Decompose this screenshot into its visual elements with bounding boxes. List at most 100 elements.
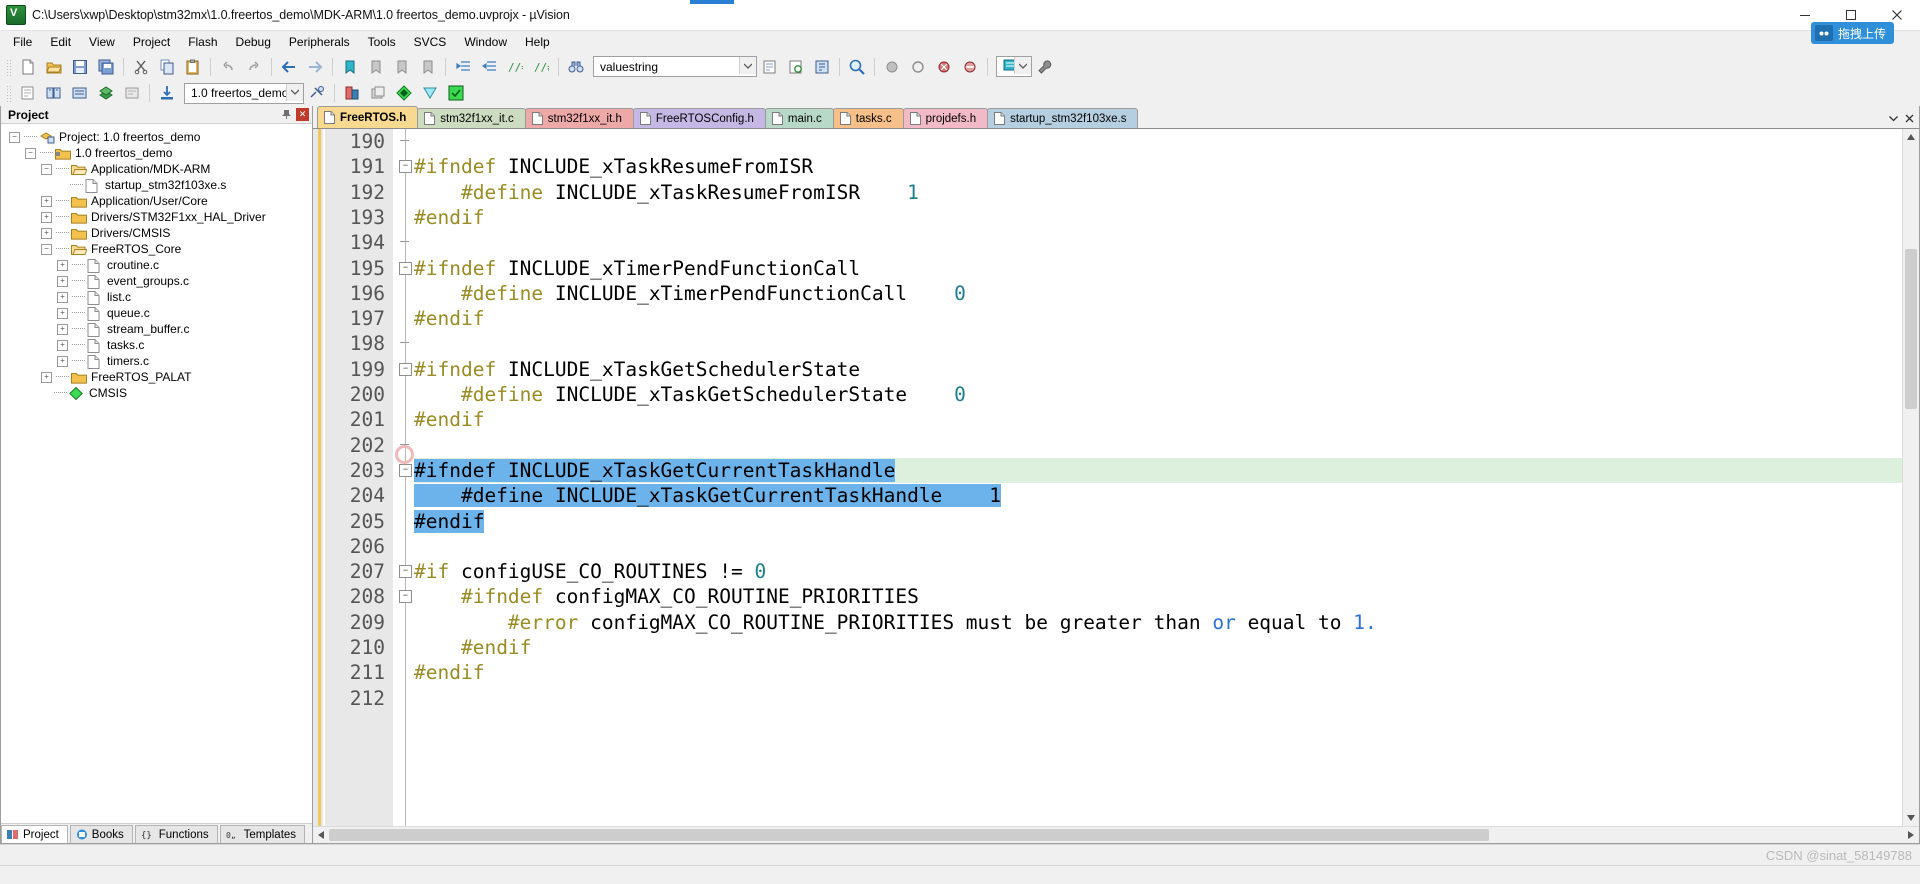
collapse-toggle-icon[interactable]: −	[25, 147, 36, 159]
wrench-icon[interactable]	[1033, 55, 1057, 79]
menu-project[interactable]: Project	[124, 32, 179, 52]
expand-toggle-icon[interactable]: +	[57, 259, 68, 271]
code-text-area[interactable]: 190 191− #ifndef INCLUDE_xTaskResumeFromIS…	[313, 129, 1902, 826]
new-file-icon[interactable]	[16, 55, 40, 79]
horizontal-scroll-thumb[interactable]	[329, 829, 1489, 841]
code-line[interactable]: 211 #endif	[313, 660, 1902, 685]
editor-tab-stm32f1xx-it-c[interactable]: stm32f1xx_it.c	[417, 108, 526, 128]
find-all-icon[interactable]	[784, 55, 808, 79]
bookmark-icon[interactable]	[338, 55, 362, 79]
tree-item[interactable]: CMSIS	[1, 385, 312, 401]
outdent-icon[interactable]	[477, 55, 501, 79]
project-tree[interactable]: − Project: 1.0 freertos_demo − 1.0 freertos…	[1, 124, 312, 823]
target-options-icon[interactable]	[305, 81, 329, 105]
translate-icon[interactable]	[16, 81, 40, 105]
debug-combo[interactable]	[996, 56, 1032, 77]
tree-item[interactable]: + timers.c	[1, 353, 312, 369]
tree-item[interactable]: + Drivers/CMSIS	[1, 225, 312, 241]
scroll-down-arrow-icon[interactable]	[1903, 810, 1919, 826]
code-line[interactable]: 208− #ifndef configMAX_CO_ROUTINE_PRIORI…	[313, 584, 1902, 609]
menu-view[interactable]: View	[80, 32, 124, 52]
editor-tab-startup-stm32f103xe-s[interactable]: startup_stm32f103xe.s	[987, 108, 1139, 128]
horizontal-scrollbar[interactable]	[313, 826, 1919, 843]
bookmark-marker-icon[interactable]	[395, 444, 414, 464]
uncomment-icon[interactable]: //≠	[529, 55, 553, 79]
tree-item[interactable]: − Project: 1.0 freertos_demo	[1, 129, 312, 145]
tree-item[interactable]: − 1.0 freertos_demo	[1, 145, 312, 161]
scroll-left-arrow-icon[interactable]	[313, 827, 329, 843]
paste-icon[interactable]	[181, 55, 205, 79]
save-all-icon[interactable]	[94, 55, 118, 79]
collapse-toggle-icon[interactable]: −	[41, 243, 52, 255]
close-tab-icon[interactable]	[1901, 110, 1917, 126]
close-icon[interactable]: ✕	[296, 108, 309, 121]
editor-tab-freertosconfig-h[interactable]: FreeRTOSConfig.h	[632, 108, 766, 128]
code-line[interactable]: 190	[313, 129, 1902, 154]
expand-toggle-icon[interactable]: +	[57, 275, 68, 287]
find-combo[interactable]: valuestring	[593, 56, 757, 77]
pack-installer-icon[interactable]	[366, 81, 390, 105]
code-line[interactable]: 212	[313, 686, 1902, 711]
fold-collapse-icon[interactable]: −	[399, 565, 412, 579]
fold-collapse-icon[interactable]: −	[399, 590, 412, 604]
code-line[interactable]: 199− #ifndef INCLUDE_xTaskGetSchedulerSta…	[313, 357, 1902, 382]
drag-upload-pill[interactable]: 拖拽上传	[1810, 22, 1894, 44]
software-packs-icon[interactable]	[418, 81, 442, 105]
arrow-left-icon[interactable]	[277, 55, 301, 79]
menu-window[interactable]: Window	[455, 32, 516, 52]
code-line[interactable]: 191− #ifndef INCLUDE_xTaskResumeFromISR	[313, 154, 1902, 179]
menu-flash[interactable]: Flash	[179, 32, 226, 52]
undo-arrow-icon[interactable]	[216, 55, 240, 79]
menu-svcs[interactable]: SVCS	[405, 32, 456, 52]
expand-toggle-icon[interactable]: +	[41, 211, 52, 223]
batch-build-icon[interactable]	[94, 81, 118, 105]
arrow-right-icon[interactable]	[303, 55, 327, 79]
chevron-down-icon[interactable]	[739, 57, 756, 74]
code-line[interactable]: 192 #define INCLUDE_xTaskResumeFromISR 1	[313, 180, 1902, 205]
tree-item[interactable]: + croutine.c	[1, 257, 312, 273]
breakpoint-kill-icon[interactable]	[932, 55, 956, 79]
open-folder-icon[interactable]	[42, 55, 66, 79]
select-packs-icon[interactable]	[444, 81, 468, 105]
project-tab-project[interactable]: Project	[1, 825, 68, 843]
scissors-icon[interactable]	[129, 55, 153, 79]
code-line[interactable]: 193 #endif	[313, 205, 1902, 230]
menu-edit[interactable]: Edit	[41, 32, 80, 52]
redo-arrow-icon[interactable]	[242, 55, 266, 79]
pin-icon[interactable]	[280, 108, 293, 121]
menu-peripherals[interactable]: Peripherals	[280, 32, 359, 52]
browse-symbols-icon[interactable]	[810, 55, 834, 79]
runtime-env-icon[interactable]	[392, 81, 416, 105]
copy-icon[interactable]	[155, 55, 179, 79]
tree-item[interactable]: − Application/MDK-ARM	[1, 161, 312, 177]
project-tab-functions[interactable]: {} Functions	[134, 825, 218, 843]
indent-icon[interactable]	[451, 55, 475, 79]
code-line[interactable]: 204 #define INCLUDE_xTaskGetCurrentTaskH…	[313, 483, 1902, 508]
tree-item[interactable]: + Drivers/STM32F1xx_HAL_Driver	[1, 209, 312, 225]
tree-item[interactable]: − FreeRTOS_Core	[1, 241, 312, 257]
tree-item[interactable]: + event_groups.c	[1, 273, 312, 289]
code-line[interactable]: 200 #define INCLUDE_xTaskGetSchedulerSta…	[313, 382, 1902, 407]
save-icon[interactable]	[68, 55, 92, 79]
scroll-up-arrow-icon[interactable]	[1903, 129, 1919, 145]
breakpoint-hollow-icon[interactable]	[906, 55, 930, 79]
expand-toggle-icon[interactable]: +	[57, 323, 68, 335]
bookmark-prev-icon[interactable]	[364, 55, 388, 79]
rebuild-icon[interactable]	[68, 81, 92, 105]
binoculars-icon[interactable]	[564, 55, 588, 79]
vertical-scroll-thumb[interactable]	[1905, 249, 1917, 409]
breakpoint-disable-icon[interactable]	[958, 55, 982, 79]
toolbar-grip[interactable]	[5, 84, 12, 102]
search-magnifier-icon[interactable]	[845, 55, 869, 79]
expand-toggle-icon[interactable]: +	[57, 291, 68, 303]
target-select-value[interactable]: 1.0 freertos_demo	[185, 86, 288, 100]
code-line[interactable]: 205 #endif	[313, 509, 1902, 534]
code-line[interactable]: 209 #error configMAX_CO_ROUTINE_PRIORITI…	[313, 610, 1902, 635]
find-input-value[interactable]: valuestring	[594, 60, 658, 74]
fold-collapse-icon[interactable]: −	[399, 463, 412, 477]
code-line[interactable]: 201 #endif	[313, 407, 1902, 432]
fold-collapse-icon[interactable]: −	[399, 362, 412, 376]
editor-tab-tasks-c[interactable]: tasks.c	[832, 108, 904, 128]
collapse-toggle-icon[interactable]: −	[9, 131, 20, 143]
bookmark-next-icon[interactable]	[390, 55, 414, 79]
